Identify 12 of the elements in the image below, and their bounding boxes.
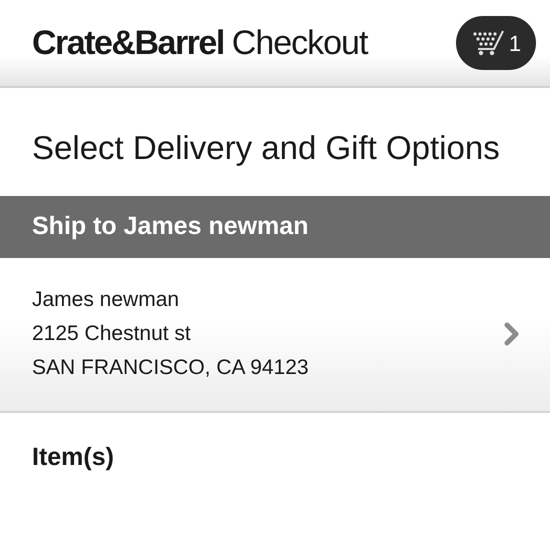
- address-line: 2125 Chestnut st: [32, 321, 192, 348]
- address-line: James newman: [32, 287, 180, 314]
- cart-button[interactable]: 1: [456, 16, 536, 70]
- address-row[interactable]: James newman 2125 Chestnut st SAN FRANCISCO, CA 94123: [0, 258, 550, 413]
- ship-to-header: Ship to James newman: [0, 196, 550, 258]
- brand-logo: Crate&Barrel: [32, 22, 224, 64]
- header-title: Checkout: [232, 22, 368, 64]
- cart-icon: [470, 29, 505, 57]
- page-title: Select Delivery and Gift Options: [31, 128, 501, 168]
- address-line: SAN FRANCISCO, CA 94123: [32, 355, 310, 382]
- section-heading: Item(s): [31, 442, 115, 473]
- chevron-right-icon: [504, 322, 520, 346]
